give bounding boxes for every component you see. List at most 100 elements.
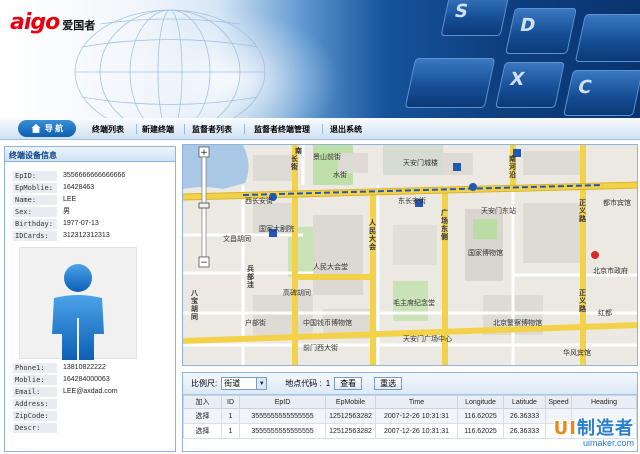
svg-text:南: 南: [509, 154, 516, 163]
nav-supervisor-terminal-mgmt[interactable]: 监督者终端管理: [254, 124, 310, 135]
nav-home-label: 导 航: [44, 124, 64, 133]
svg-text:人民大会堂: 人民大会堂: [313, 262, 348, 271]
svg-text:北京市政府: 北京市政府: [593, 266, 628, 275]
cell-longitude: 116.62025: [457, 408, 504, 424]
svg-text:红都: 红都: [598, 308, 612, 317]
cell-latitude: 26.36333: [503, 423, 546, 439]
svg-text:洼: 洼: [247, 280, 254, 289]
svg-text:天安门城楼: 天安门城楼: [403, 158, 438, 167]
svg-text:民: 民: [369, 227, 376, 235]
col-header: Longitude: [457, 395, 504, 409]
scale-select[interactable]: 街道 ▼: [221, 377, 268, 390]
info-row-phone1: Phone1: 13810822222: [13, 363, 106, 373]
field-value: 312312312313: [63, 232, 110, 239]
svg-text:义: 义: [578, 206, 587, 215]
svg-text:东: 东: [441, 224, 448, 233]
keyboard-graphic: S D X C: [350, 0, 640, 118]
svg-text:部: 部: [247, 272, 254, 281]
svg-text:街: 街: [290, 162, 298, 171]
logo-mark: aigo: [10, 10, 60, 35]
select-link[interactable]: 选择: [183, 408, 222, 424]
nav-new-terminal[interactable]: 新建终端: [142, 124, 174, 135]
cell-epmobile: 12512563282: [325, 408, 376, 424]
map-canvas[interactable]: + − 景山前街 天安门城楼 水街 西长安街 东长安街 天安门东站 国家大剧院 …: [183, 145, 638, 366]
svg-text:路: 路: [579, 214, 587, 223]
svg-text:高碑胡同: 高碑胡同: [283, 288, 311, 297]
svg-text:水街: 水街: [333, 170, 347, 179]
terminal-info-panel: 终端设备信息 EpID: 3556666666666666 EpMoblie: …: [4, 146, 176, 452]
svg-text:西长安街: 西长安街: [245, 196, 273, 205]
watermark-title: UI制造者: [554, 414, 634, 440]
scale-label: 比例尺:: [191, 379, 218, 388]
col-header: 加入: [183, 395, 222, 409]
nav-logout[interactable]: 退出系统: [330, 124, 362, 135]
field-label: Birthday:: [13, 219, 57, 229]
watermark-cn: 制造者: [577, 418, 634, 439]
chevron-down-icon: ▼: [256, 378, 267, 389]
svg-text:中国钱币博物馆: 中国钱币博物馆: [303, 318, 352, 327]
field-value: 164284000063: [63, 376, 110, 383]
scale-select-value: 街道: [224, 379, 241, 388]
svg-text:人: 人: [369, 218, 377, 227]
point-code-value: 1: [325, 379, 331, 388]
user-silhouette-icon: [52, 264, 104, 360]
svg-text:侧: 侧: [441, 232, 448, 241]
nav-home-button[interactable]: 导 航: [18, 120, 76, 137]
logo-chinese-name: 爱国者: [62, 19, 96, 32]
info-row-epmobile: EpMoblie: 16428463: [13, 183, 94, 193]
map-toolbar: 比例尺: 街道 ▼ 地点代码 : 1 查看 重选: [183, 373, 637, 395]
reselect-button[interactable]: 重选: [374, 377, 403, 390]
svg-text:前门西大街: 前门西大街: [303, 343, 338, 352]
svg-text:南: 南: [295, 146, 302, 155]
svg-text:国家博物馆: 国家博物馆: [468, 248, 503, 257]
brand-logo[interactable]: aigo 爱国者: [10, 10, 95, 35]
field-label: Descr:: [13, 423, 57, 433]
info-row-email: Email: LEE@axdad.com: [13, 387, 118, 397]
cell-epmobile: 12512563282: [325, 423, 376, 439]
field-value: LEE@axdad.com: [63, 388, 118, 395]
field-label: Email:: [13, 387, 57, 397]
info-row-idcards: IDCards: 312312312313: [13, 231, 110, 241]
svg-text:广: 广: [441, 208, 448, 217]
nav-divider: [184, 124, 185, 134]
key-d: D: [505, 8, 577, 54]
info-row-name: Name: LEE: [13, 195, 76, 205]
svg-text:天安门广场中心: 天安门广场中心: [403, 334, 452, 343]
col-header: EpID: [239, 395, 326, 409]
col-header: Time: [375, 395, 458, 409]
col-header: Speed: [545, 395, 572, 409]
cell-epid: 3555555555555555: [239, 408, 326, 424]
svg-text:同: 同: [191, 313, 198, 321]
svg-text:义: 义: [578, 296, 587, 305]
field-label: Moblie:: [13, 375, 57, 385]
key-blank-2: [404, 58, 496, 108]
nav-terminal-list[interactable]: 终端列表: [92, 124, 124, 135]
point-code-label: 地点代码 :: [285, 379, 322, 388]
info-row-epid: EpID: 3556666666666666: [13, 171, 125, 181]
col-header: Latitude: [503, 395, 546, 409]
info-row-sex: Sex: 男: [13, 207, 70, 217]
field-label: EpMoblie:: [13, 183, 57, 193]
cell-id: 1: [221, 408, 240, 424]
key-blank: [574, 14, 640, 62]
svg-text:八: 八: [190, 289, 199, 297]
field-label: IDCards:: [13, 231, 57, 241]
svg-text:国家大剧院: 国家大剧院: [259, 224, 294, 233]
map-view[interactable]: + − 景山前街 天安门城楼 水街 西长安街 东长安街 天安门东站 国家大剧院 …: [182, 144, 638, 366]
svg-text:毛主席纪念堂: 毛主席纪念堂: [393, 298, 435, 307]
svg-text:正: 正: [579, 289, 586, 297]
select-link[interactable]: 选择: [183, 423, 222, 439]
field-value: 3556666666666666: [63, 172, 126, 179]
nav-divider: [136, 124, 137, 134]
svg-text:兵: 兵: [247, 264, 254, 273]
header-banner: aigo 爱国者 S D X C: [0, 0, 640, 118]
cell-latitude: 26.36333: [503, 408, 546, 424]
view-button[interactable]: 查看: [334, 377, 363, 390]
main-nav: 导 航 终端列表 新建终端 监督者列表 监督者终端管理 退出系统: [0, 118, 640, 140]
avatar: [19, 247, 137, 360]
watermark-ui: UI: [553, 418, 577, 439]
svg-text:文昌胡同: 文昌胡同: [223, 234, 251, 243]
field-value: [57, 411, 63, 421]
svg-text:大: 大: [369, 234, 376, 243]
nav-supervisor-list[interactable]: 监督者列表: [192, 124, 232, 135]
